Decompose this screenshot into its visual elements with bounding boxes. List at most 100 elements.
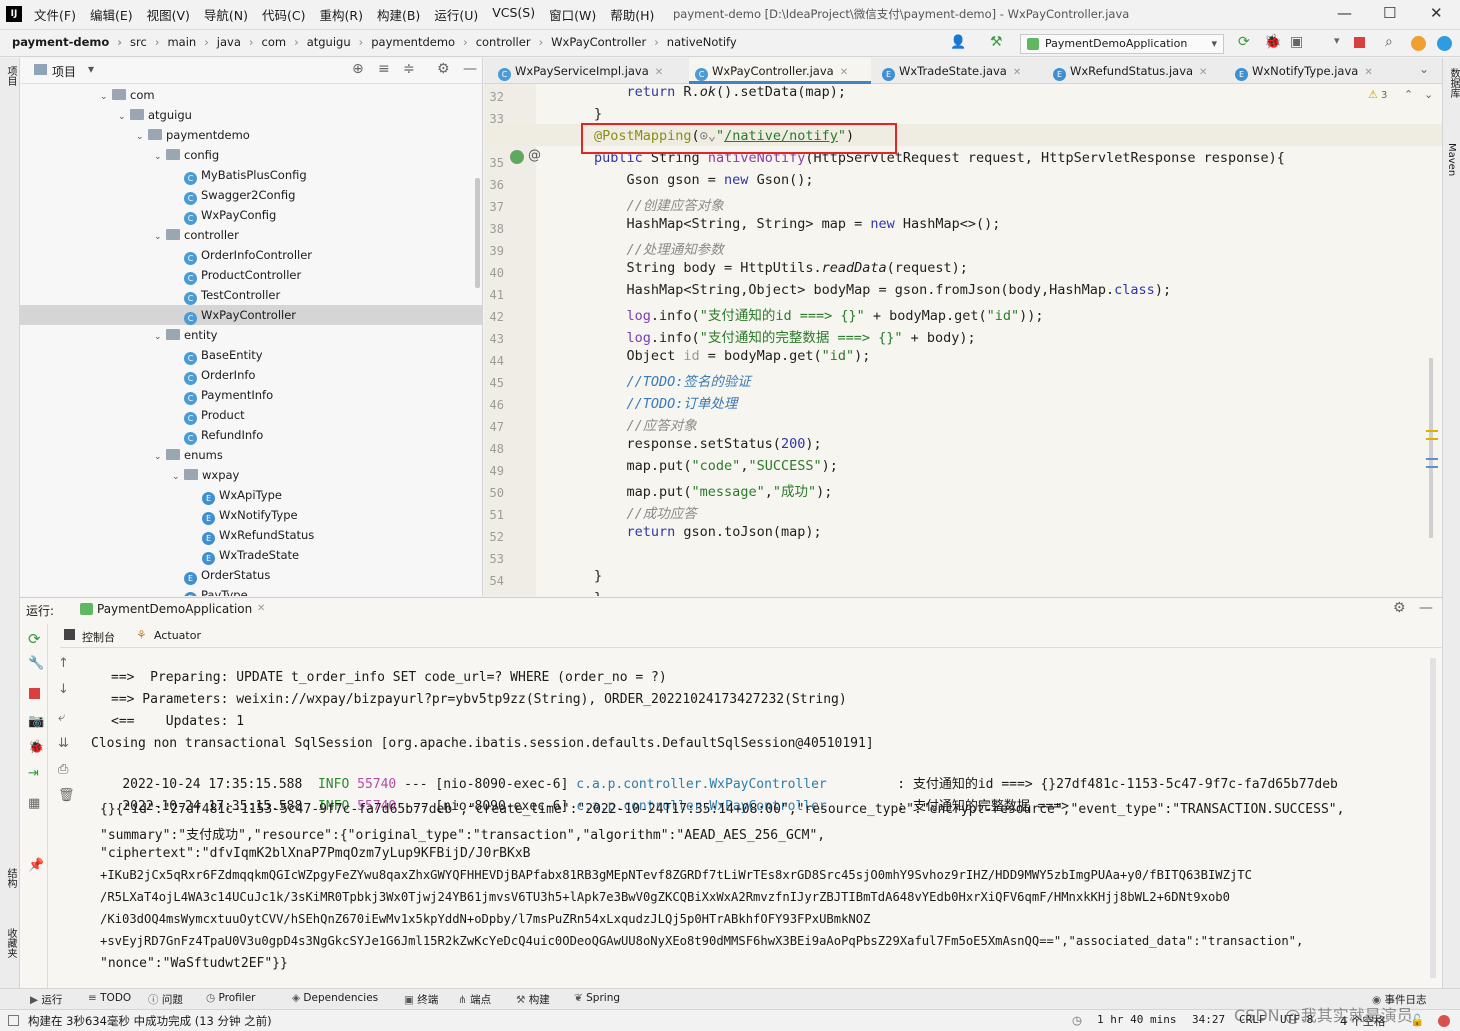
code-line[interactable]: Object id = bodyMap.get("id"); bbox=[594, 348, 871, 364]
tree-item[interactable]: C WxPayController bbox=[20, 305, 482, 325]
menu-item[interactable]: 编辑(E) bbox=[90, 5, 133, 24]
gear-icon[interactable]: ⚙ bbox=[1393, 600, 1406, 616]
debug-icon[interactable]: 🐞 bbox=[1264, 34, 1281, 50]
structure-tool-tab[interactable]: 结构 bbox=[3, 868, 18, 888]
chevron-down-icon[interactable]: ⌄ bbox=[100, 87, 112, 107]
database-tool-tab[interactable]: 数据库 bbox=[1446, 68, 1460, 98]
code-line[interactable]: return R.ok().setData(map); bbox=[594, 84, 846, 100]
breadcrumb-item[interactable]: src bbox=[130, 35, 159, 49]
rerun-icon[interactable]: ⟳ bbox=[28, 630, 41, 648]
tree-item[interactable]: E WxApiType bbox=[20, 485, 482, 505]
tree-item[interactable]: C OrderInfoController bbox=[20, 245, 482, 265]
tree-item[interactable]: C ProductController bbox=[20, 265, 482, 285]
user-icon[interactable]: 👤 bbox=[950, 35, 966, 50]
tree-item[interactable]: C Swagger2Config bbox=[20, 185, 482, 205]
layout-icon[interactable]: ▦ bbox=[28, 796, 40, 811]
editor-scrollbar[interactable] bbox=[1429, 358, 1433, 538]
tree-item[interactable]: E OrderStatus bbox=[20, 565, 482, 585]
chevron-down-icon[interactable]: ⌄ bbox=[154, 227, 166, 247]
cursor-position[interactable]: 34:27 bbox=[1192, 1013, 1225, 1026]
tree-item[interactable]: C Product bbox=[20, 405, 482, 425]
chevron-down-icon[interactable]: ⌄ bbox=[172, 467, 184, 487]
tree-item[interactable]: C WxPayConfig bbox=[20, 205, 482, 225]
bottom-tool-dependencies[interactable]: ◈ Dependencies bbox=[292, 992, 378, 1004]
tree-item[interactable]: C BaseEntity bbox=[20, 345, 482, 365]
soft-wrap-icon[interactable]: ⤶ bbox=[58, 710, 65, 725]
bottom-tool-endpoints[interactable]: ⋔ 端点 bbox=[458, 992, 491, 1007]
code-line[interactable]: log.info("支付通知的完整数据 ===> {}" + body); bbox=[594, 326, 976, 346]
tab-actuator[interactable]: Actuator bbox=[154, 629, 201, 642]
minimize-button[interactable]: — bbox=[1337, 4, 1352, 22]
bottom-tool-run[interactable]: ▶ 运行 bbox=[30, 992, 62, 1007]
hide-icon[interactable]: — bbox=[463, 61, 477, 77]
chevron-down-icon[interactable]: ▾ bbox=[88, 62, 94, 76]
breadcrumb-item[interactable]: main bbox=[167, 35, 208, 49]
tree-item[interactable]: ⌄ wxpay bbox=[20, 465, 482, 487]
tree-item[interactable]: ⌄ config bbox=[20, 145, 482, 165]
rerun-icon[interactable]: ⟳ bbox=[1238, 34, 1250, 50]
editor-tab[interactable]: E WxTradeState.java ✕ bbox=[876, 58, 1042, 84]
menu-item[interactable]: 构建(B) bbox=[377, 5, 420, 24]
tree-item[interactable]: ⌄ atguigu bbox=[20, 105, 482, 127]
code-line[interactable]: log.info("支付通知的id ===> {}" + bodyMap.get… bbox=[594, 304, 1044, 324]
close-tab-icon[interactable]: ✕ bbox=[655, 67, 663, 78]
tree-item[interactable]: ⌄ controller bbox=[20, 225, 482, 247]
tree-item[interactable]: C RefundInfo bbox=[20, 425, 482, 445]
breadcrumb-item[interactable]: java bbox=[217, 35, 254, 49]
tree-item[interactable]: E WxRefundStatus bbox=[20, 525, 482, 545]
at-gutter-icon[interactable]: @ bbox=[528, 148, 541, 163]
code-line[interactable]: response.setStatus(200); bbox=[594, 436, 822, 452]
favorites-tool-tab[interactable]: 收藏夹 bbox=[3, 928, 18, 958]
code-line[interactable]: HashMap<String, String> map = new HashMa… bbox=[594, 216, 1001, 232]
more-run-icon[interactable]: ▾ bbox=[1334, 34, 1340, 47]
console-scrollbar[interactable] bbox=[1430, 658, 1436, 978]
notification-icon[interactable] bbox=[1438, 1015, 1450, 1027]
breadcrumb-item[interactable]: paymentdemo bbox=[371, 35, 467, 49]
tree-item[interactable]: E WxTradeState bbox=[20, 545, 482, 565]
marker-usage[interactable] bbox=[1426, 466, 1438, 468]
maven-tool-tab[interactable]: Maven bbox=[1446, 143, 1457, 176]
chevron-down-icon[interactable]: ⌄ bbox=[136, 127, 148, 147]
camera-icon[interactable]: 📷 bbox=[28, 714, 44, 729]
code-line[interactable]: map.put("message","成功"); bbox=[594, 480, 833, 500]
stop-icon[interactable] bbox=[29, 688, 40, 699]
tree-item[interactable]: C OrderInfo bbox=[20, 365, 482, 385]
code-line[interactable]: } bbox=[594, 568, 602, 584]
breadcrumb-item[interactable]: controller bbox=[476, 35, 543, 49]
print-icon[interactable]: ⎙ bbox=[58, 762, 68, 777]
tree-item[interactable]: ⌄ paymentdemo bbox=[20, 125, 482, 147]
marker-todo[interactable] bbox=[1426, 438, 1438, 440]
code-line[interactable]: String body = HttpUtils.readData(request… bbox=[594, 260, 968, 276]
chevron-down-icon[interactable]: ⌄ bbox=[118, 107, 130, 127]
close-tab-icon[interactable]: ✕ bbox=[840, 67, 848, 78]
tree-item[interactable]: ⌄ entity bbox=[20, 325, 482, 347]
bottom-tool-profiler[interactable]: ◷ Profiler bbox=[206, 992, 255, 1004]
expand-all-icon[interactable]: ≡ bbox=[378, 61, 390, 77]
code-line[interactable]: } bbox=[594, 590, 602, 596]
bottom-tool-spring[interactable]: ❦ Spring bbox=[574, 992, 620, 1004]
run-config-select[interactable]: PaymentDemoApplication ▾ bbox=[1020, 34, 1224, 54]
close-button[interactable]: ✕ bbox=[1430, 4, 1443, 22]
close-tab-icon[interactable]: ✕ bbox=[1199, 67, 1207, 78]
breadcrumb-item[interactable]: atguigu bbox=[307, 35, 364, 49]
arrow-down-icon[interactable]: ↓ bbox=[58, 682, 69, 697]
tree-item[interactable]: ⌄ com bbox=[20, 85, 482, 107]
code-line[interactable]: //处理通知参数 bbox=[594, 238, 724, 258]
menu-item[interactable]: 视图(V) bbox=[147, 5, 190, 24]
chevron-down-icon[interactable]: ⌄ bbox=[154, 327, 166, 347]
tree-item[interactable]: E WxNotifyType bbox=[20, 505, 482, 525]
run-gutter-icon[interactable] bbox=[510, 150, 524, 164]
gear-icon[interactable]: ⚙ bbox=[437, 61, 450, 77]
scroll-end-icon[interactable]: ⇊ bbox=[58, 736, 69, 751]
editor-tab[interactable]: E WxNotifyType.java ✕ bbox=[1229, 58, 1389, 84]
update-icon[interactable] bbox=[1411, 36, 1426, 51]
breadcrumb-item[interactable]: WxPayController bbox=[551, 35, 659, 49]
coverage-icon[interactable]: ▣ bbox=[1290, 34, 1303, 50]
tab-list-icon[interactable]: ⌄ bbox=[1419, 62, 1429, 76]
bottom-tool-build[interactable]: ⚒ 构建 bbox=[516, 992, 550, 1007]
menu-item[interactable]: 运行(U) bbox=[434, 5, 478, 24]
search-icon[interactable]: ⌕ bbox=[1385, 34, 1393, 50]
tree-item[interactable]: C MyBatisPlusConfig bbox=[20, 165, 482, 185]
hammer-icon[interactable]: ⚒ bbox=[990, 34, 1003, 50]
breadcrumb-item[interactable]: com bbox=[262, 35, 299, 49]
